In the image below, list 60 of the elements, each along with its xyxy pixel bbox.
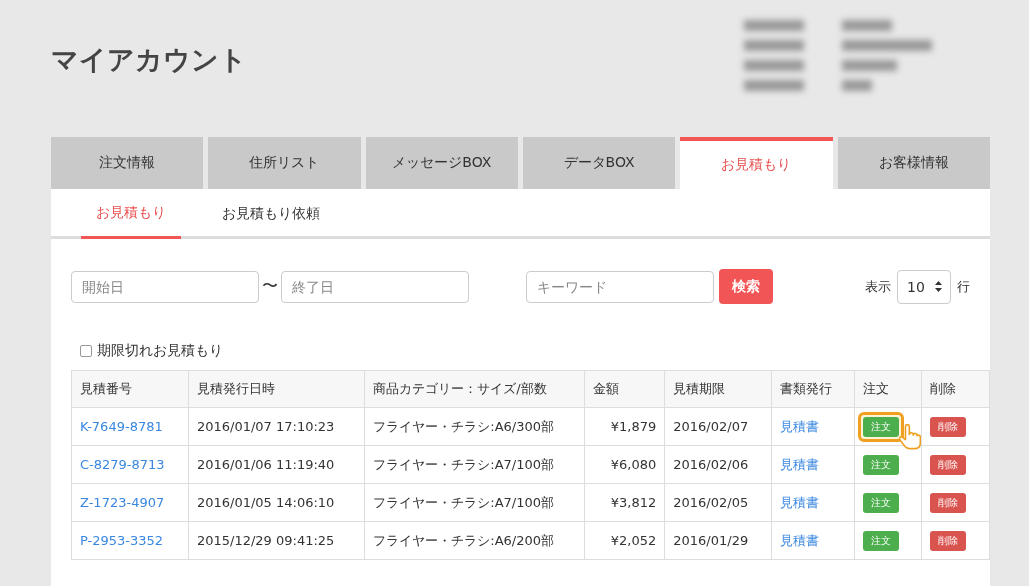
table-cell: ¥6,080: [584, 445, 665, 484]
column-header: 見積番号: [71, 370, 189, 408]
quote-number-link[interactable]: Z-1723-4907: [71, 483, 189, 522]
search-button[interactable]: 検索: [719, 269, 773, 304]
quote-number-link[interactable]: C-8279-8713: [71, 445, 189, 484]
table-cell: 2016/01/29: [664, 521, 772, 560]
updown-icon: [935, 281, 942, 292]
quote-document-link[interactable]: 見積書: [771, 483, 855, 522]
table-cell: ¥2,052: [584, 521, 665, 560]
quote-document-link[interactable]: 見積書: [771, 407, 855, 446]
tab[interactable]: 住所リスト: [208, 137, 361, 189]
quote-document-link[interactable]: 見積書: [771, 445, 855, 484]
table-cell: フライヤー・チラシ:A7/100部: [364, 483, 585, 522]
quote-number-link[interactable]: P-2953-3352: [71, 521, 189, 560]
table-cell: 2016/01/06 11:19:40: [188, 445, 365, 484]
order-button[interactable]: 注文: [862, 492, 899, 513]
table-cell: 2016/02/06: [664, 445, 772, 484]
quote-document-link[interactable]: 見積書: [771, 521, 855, 560]
end-date-field[interactable]: 終了日: [281, 270, 469, 303]
table-cell: 2015/12/29 09:41:25: [188, 521, 365, 560]
table-cell: 2016/01/07 17:10:23: [188, 407, 365, 446]
column-header: 削除: [921, 370, 990, 408]
tab[interactable]: メッセージBOX: [365, 137, 518, 189]
rows-label: 行: [957, 277, 970, 296]
table-cell: 2016/02/05: [664, 483, 772, 522]
table-cell: ¥1,879: [584, 407, 665, 446]
delete-button[interactable]: 削除: [929, 530, 966, 551]
delete-button[interactable]: 削除: [929, 454, 966, 475]
tab[interactable]: データBOX: [523, 137, 676, 189]
tab[interactable]: 注文情報: [51, 137, 204, 189]
tab[interactable]: お見積もり: [680, 137, 833, 189]
table-cell: フライヤー・チラシ:A6/300部: [364, 407, 585, 446]
rows-select[interactable]: 10: [897, 269, 951, 304]
table-cell: ¥3,812: [584, 483, 665, 522]
table-cell: 2016/01/05 14:06:10: [188, 483, 365, 522]
order-button[interactable]: 注文: [862, 416, 899, 437]
column-header: 商品カテゴリー：サイズ/部数: [364, 370, 585, 408]
checkbox-label: 期限切れお見積もり: [97, 342, 223, 360]
delete-button[interactable]: 削除: [929, 416, 966, 437]
table-cell: 2016/02/07: [664, 407, 772, 446]
display-label: 表示: [865, 277, 891, 296]
delete-button[interactable]: 削除: [929, 492, 966, 513]
start-date-field[interactable]: 開始日: [71, 270, 259, 303]
column-header: 見積期限: [664, 370, 772, 408]
quote-number-link[interactable]: K-7649-8781: [71, 407, 189, 446]
tab[interactable]: お客様情報: [837, 137, 990, 189]
column-header: 見積発行日時: [188, 370, 365, 408]
table-cell: フライヤー・チラシ:A7/100部: [364, 445, 585, 484]
subtab[interactable]: お見積もり依頼: [221, 189, 321, 239]
table-cell: フライヤー・チラシ:A6/200部: [364, 521, 585, 560]
range-separator: 〜: [262, 276, 278, 297]
column-header: 注文: [854, 370, 922, 408]
order-button[interactable]: 注文: [862, 530, 899, 551]
page-title: マイアカウント: [51, 43, 247, 77]
checkbox[interactable]: [80, 345, 92, 357]
subtab[interactable]: お見積もり: [81, 189, 181, 239]
keyword-field[interactable]: キーワード: [526, 270, 714, 303]
column-header: 金額: [584, 370, 665, 408]
column-header: 書類発行: [771, 370, 855, 408]
order-button[interactable]: 注文: [862, 454, 899, 475]
